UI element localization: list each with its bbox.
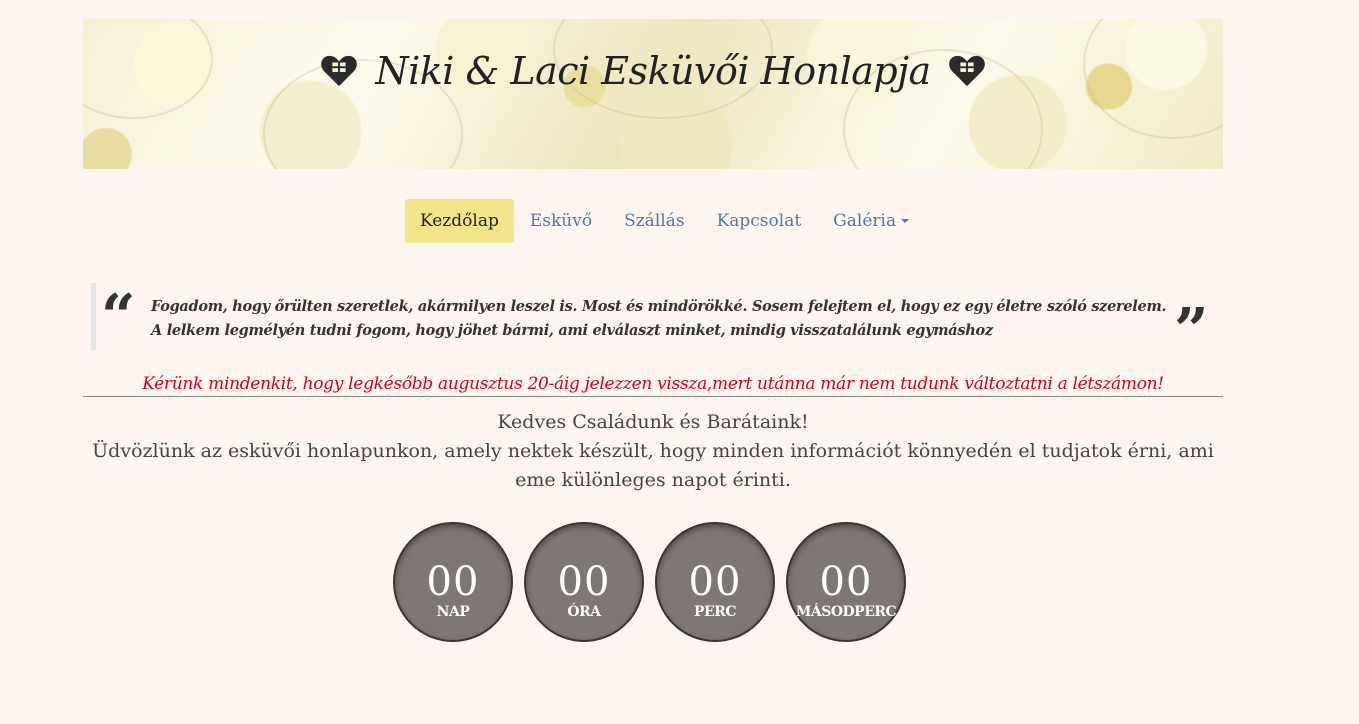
countdown-seconds-value: 00 bbox=[819, 559, 873, 605]
welcome-text: Kedves Családunk és Barátaink! Üdvözlünk… bbox=[83, 408, 1223, 495]
countdown-hours-value: 00 bbox=[557, 559, 611, 605]
nav-item-kapcsolat[interactable]: Kapcsolat bbox=[701, 199, 818, 243]
countdown-days-value: 00 bbox=[426, 559, 480, 605]
countdown-minutes-label: PERC bbox=[694, 604, 736, 620]
close-quote-icon: ” bbox=[1174, 296, 1209, 366]
welcome-message: Üdvözlünk az esküvői honlapunkon, amely … bbox=[92, 440, 1214, 491]
divider bbox=[83, 396, 1223, 397]
nav-item-galeria-dropdown[interactable]: Galéria bbox=[817, 199, 925, 243]
countdown-hours: 00 ÓRA bbox=[524, 522, 644, 642]
site-title: Niki & Laci Esküvői Honlapja bbox=[83, 49, 1223, 93]
nav-item-kezdolap[interactable]: Kezdőlap bbox=[405, 199, 514, 243]
countdown-hours-label: ÓRA bbox=[567, 604, 601, 620]
header-banner: Niki & Laci Esküvői Honlapja bbox=[83, 19, 1223, 169]
open-quote-icon: “ bbox=[101, 282, 136, 352]
countdown-days-label: NAP bbox=[436, 604, 470, 620]
countdown-timer: 00 NAP 00 ÓRA 00 PERC 00 MÁSODPERC bbox=[393, 522, 906, 642]
vow-quote: “ Fogadom, hogy őrülten szeretlek, akárm… bbox=[91, 282, 1221, 361]
site-title-text: Niki & Laci Esküvői Honlapja bbox=[375, 49, 931, 93]
heart-gift-icon bbox=[320, 55, 357, 87]
caret-down-icon bbox=[901, 219, 910, 223]
countdown-days: 00 NAP bbox=[393, 522, 513, 642]
countdown-minutes: 00 PERC bbox=[655, 522, 775, 642]
countdown-seconds-label: MÁSODPERC bbox=[795, 604, 897, 620]
main-nav: Kezdőlap Esküvő Szállás Kapcsolat Galéri… bbox=[405, 199, 925, 243]
nav-item-galeria-label: Galéria bbox=[833, 211, 897, 231]
rsvp-notice: Kérünk mindenkit, hogy legkésőbb auguszt… bbox=[142, 374, 1164, 394]
welcome-greeting: Kedves Családunk és Barátaink! bbox=[497, 411, 809, 433]
quote-text: Fogadom, hogy őrülten szeretlek, akármil… bbox=[151, 298, 1167, 339]
countdown-seconds: 00 MÁSODPERC bbox=[786, 522, 906, 642]
heart-gift-icon bbox=[949, 55, 986, 87]
countdown-minutes-value: 00 bbox=[688, 559, 742, 605]
nav-item-eskuvo[interactable]: Esküvő bbox=[514, 199, 608, 243]
nav-item-szallas[interactable]: Szállás bbox=[608, 199, 700, 243]
